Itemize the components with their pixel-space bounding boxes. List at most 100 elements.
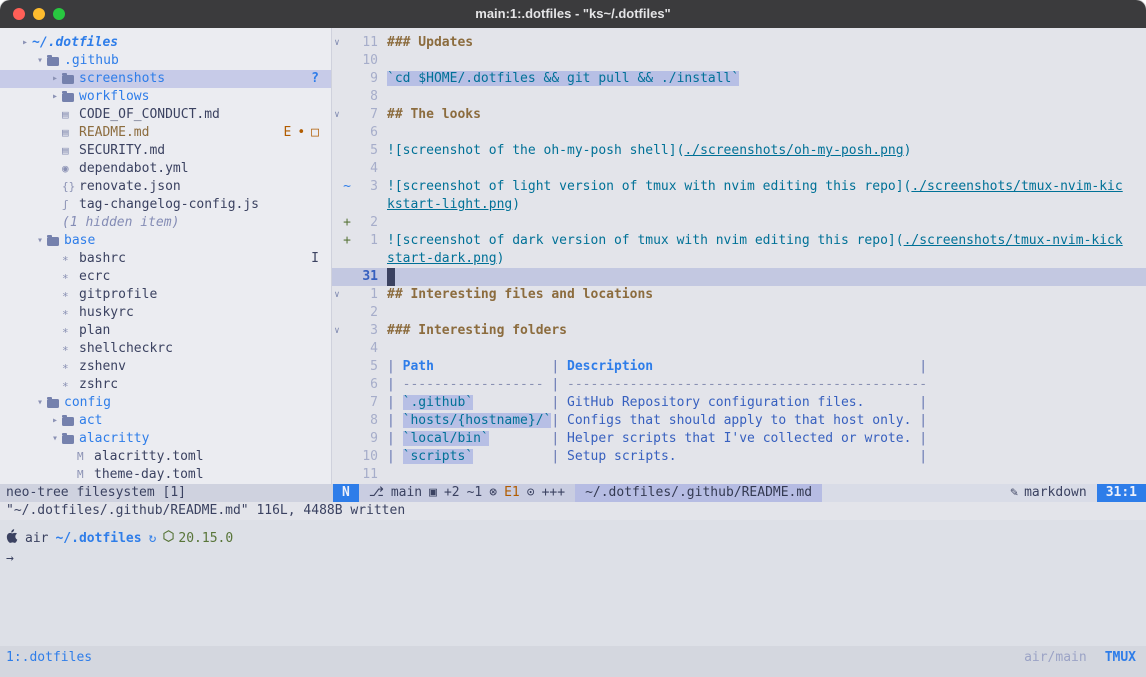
chevron-down-icon[interactable]: ▾ — [48, 430, 62, 448]
editor-line[interactable]: +1![screenshot of dark version of tmux w… — [332, 232, 1146, 250]
fold-column — [332, 160, 342, 178]
diff-added: +2 — [444, 484, 460, 502]
text-segment: | — [387, 431, 403, 446]
text-segment: | — [387, 395, 403, 410]
line-number: 6 — [352, 376, 378, 394]
folder-icon — [62, 435, 74, 444]
tree-item-readme-md[interactable]: ▤README.mdE•□ — [0, 124, 331, 142]
editor-line[interactable]: 6 | ------------------ | ----------------… — [332, 376, 1146, 394]
fold-icon[interactable]: ∨ — [332, 286, 342, 304]
chevron-down-icon[interactable]: ▾ — [33, 52, 47, 70]
chevron-right-icon[interactable]: ▸ — [48, 412, 62, 430]
editor-line[interactable]: 4 — [332, 340, 1146, 358]
tree-item-screenshots[interactable]: ▸screenshots? — [0, 70, 331, 88]
tree-item-tag-changelog-config-js[interactable]: ʃtag-changelog-config.js — [0, 196, 331, 214]
minimize-button[interactable] — [33, 8, 45, 20]
editor-line[interactable]: 7| `.github` | GitHub Repository configu… — [332, 394, 1146, 412]
editor-line[interactable]: 8 — [332, 88, 1146, 106]
line-text: | ------------------ | -----------------… — [387, 376, 927, 394]
chevron-right-icon[interactable]: ▸ — [18, 34, 32, 52]
tree-item-1-hidden-item[interactable]: (1 hidden item) — [0, 214, 331, 232]
tree-item-zshenv[interactable]: ∗zshenv — [0, 358, 331, 376]
tree-item-alacritty[interactable]: ▾alacritty — [0, 430, 331, 448]
tree-item-plan[interactable]: ∗plan — [0, 322, 331, 340]
editor-line[interactable]: 10 — [332, 52, 1146, 70]
tree-item-label: ~/.dotfiles — [32, 34, 118, 52]
tree-item-act[interactable]: ▸act — [0, 412, 331, 430]
text-segment: kstart-light.png — [387, 197, 512, 212]
tree-item-huskyrc[interactable]: ∗huskyrc — [0, 304, 331, 322]
editor-line[interactable]: ∨ 3### Interesting folders — [332, 322, 1146, 340]
editor-line-current[interactable]: 31 — [332, 268, 1146, 286]
prompt-arrow[interactable]: → — [6, 550, 1146, 568]
zoom-button[interactable] — [53, 8, 65, 20]
sign-column — [342, 466, 352, 484]
tree-item-shellcheckrc[interactable]: ∗shellcheckrc — [0, 340, 331, 358]
tree-item-label: SECURITY.md — [79, 142, 165, 160]
tree-item-security-md[interactable]: ▤SECURITY.md — [0, 142, 331, 160]
tree-item-code-of-conduct-md[interactable]: ▤CODE_OF_CONDUCT.md — [0, 106, 331, 124]
editor-line[interactable]: kstart-light.png) — [332, 196, 1146, 214]
tree-item-ecrc[interactable]: ∗ecrc — [0, 268, 331, 286]
chevron-right-icon[interactable]: ▸ — [48, 88, 62, 106]
sign-column — [342, 160, 352, 178]
editor-line[interactable]: ∨ 1## Interesting files and locations — [332, 286, 1146, 304]
editor-line[interactable]: 4 — [332, 160, 1146, 178]
git-sign: + — [342, 214, 352, 232]
editor-line[interactable]: 9| `local/bin` | Helper scripts that I'v… — [332, 430, 1146, 448]
tmux-window-name[interactable]: 1:.dotfiles — [6, 648, 92, 668]
editor-line[interactable]: ~3![screenshot of light version of tmux … — [332, 178, 1146, 196]
tree-item-dependabot-yml[interactable]: ◉dependabot.yml — [0, 160, 331, 178]
text-segment: Helper scripts that I've collected or wr… — [567, 431, 911, 446]
tree-item-workflows[interactable]: ▸workflows — [0, 88, 331, 106]
editor-line[interactable]: 5![screenshot of the oh-my-posh shell](.… — [332, 142, 1146, 160]
tree-item-gitprofile[interactable]: ∗gitprofile — [0, 286, 331, 304]
editor-line[interactable]: ∨ 7## The looks — [332, 106, 1146, 124]
tree-item-base[interactable]: ▾base — [0, 232, 331, 250]
chevron-right-icon[interactable]: ▸ — [48, 70, 62, 88]
fold-icon[interactable]: ∨ — [332, 34, 342, 52]
tree-item-github[interactable]: ▾.github — [0, 52, 331, 70]
text-segment: `scripts` — [403, 449, 473, 464]
git-sync-icon: ↻ — [149, 530, 157, 548]
js-file-icon: ʃ — [62, 196, 79, 214]
git-sign: + — [342, 232, 352, 250]
tree-item-theme-day-toml[interactable]: Mtheme-day.toml — [0, 466, 331, 484]
editor-line[interactable]: 6 — [332, 124, 1146, 142]
tree-item-alacritty-toml[interactable]: Malacritty.toml — [0, 448, 331, 466]
editor-line[interactable]: 5| Path | Description | — [332, 358, 1146, 376]
editor-line[interactable]: 10| `scripts` | Setup scripts. | — [332, 448, 1146, 466]
editor-line[interactable]: ∨ 11### Updates — [332, 34, 1146, 52]
editor-line[interactable]: 9`cd $HOME/.dotfiles && git pull && ./in… — [332, 70, 1146, 88]
tree-item-config[interactable]: ▾config — [0, 394, 331, 412]
fold-column — [332, 88, 342, 106]
line-number: 6 — [352, 124, 378, 142]
line-number: 1 — [352, 286, 378, 304]
text-segment: | — [387, 449, 403, 464]
folder-icon — [47, 57, 59, 66]
editor-line[interactable]: 11 — [332, 466, 1146, 484]
tree-item-dotfiles[interactable]: ▸~/.dotfiles — [0, 34, 331, 52]
extra-indicator: +++ — [542, 484, 565, 502]
editor-line[interactable]: start-dark.png) — [332, 250, 1146, 268]
tree-item-marks: I — [311, 250, 331, 268]
doc-file-icon: ▤ — [62, 124, 79, 142]
editor-line[interactable]: 2 — [332, 304, 1146, 322]
tree-item-marks: ? — [311, 70, 331, 88]
tree-item-bashrc[interactable]: ∗bashrcI — [0, 250, 331, 268]
fold-column — [332, 358, 342, 376]
shell-pane[interactable]: air ~/.dotfiles ↻ 20.15.0 → — [0, 520, 1146, 646]
editor-line[interactable]: 8| `hosts/{hostname}/`| Configs that sho… — [332, 412, 1146, 430]
tree-item-renovate-json[interactable]: {}renovate.json — [0, 178, 331, 196]
tree-item-zshrc[interactable]: ∗zshrc — [0, 376, 331, 394]
chevron-down-icon[interactable]: ▾ — [33, 394, 47, 412]
fold-icon[interactable]: ∨ — [332, 106, 342, 124]
text-segment — [677, 449, 920, 464]
sign-column — [342, 70, 352, 88]
m-file-icon: M — [77, 466, 94, 484]
close-button[interactable] — [13, 8, 25, 20]
fold-icon[interactable]: ∨ — [332, 322, 342, 340]
editor-line[interactable]: +2 — [332, 214, 1146, 232]
chevron-down-icon[interactable]: ▾ — [33, 232, 47, 250]
editor-panel[interactable]: ∨ 11### Updates 10 9`cd $HOME/.dotfiles … — [332, 28, 1146, 484]
